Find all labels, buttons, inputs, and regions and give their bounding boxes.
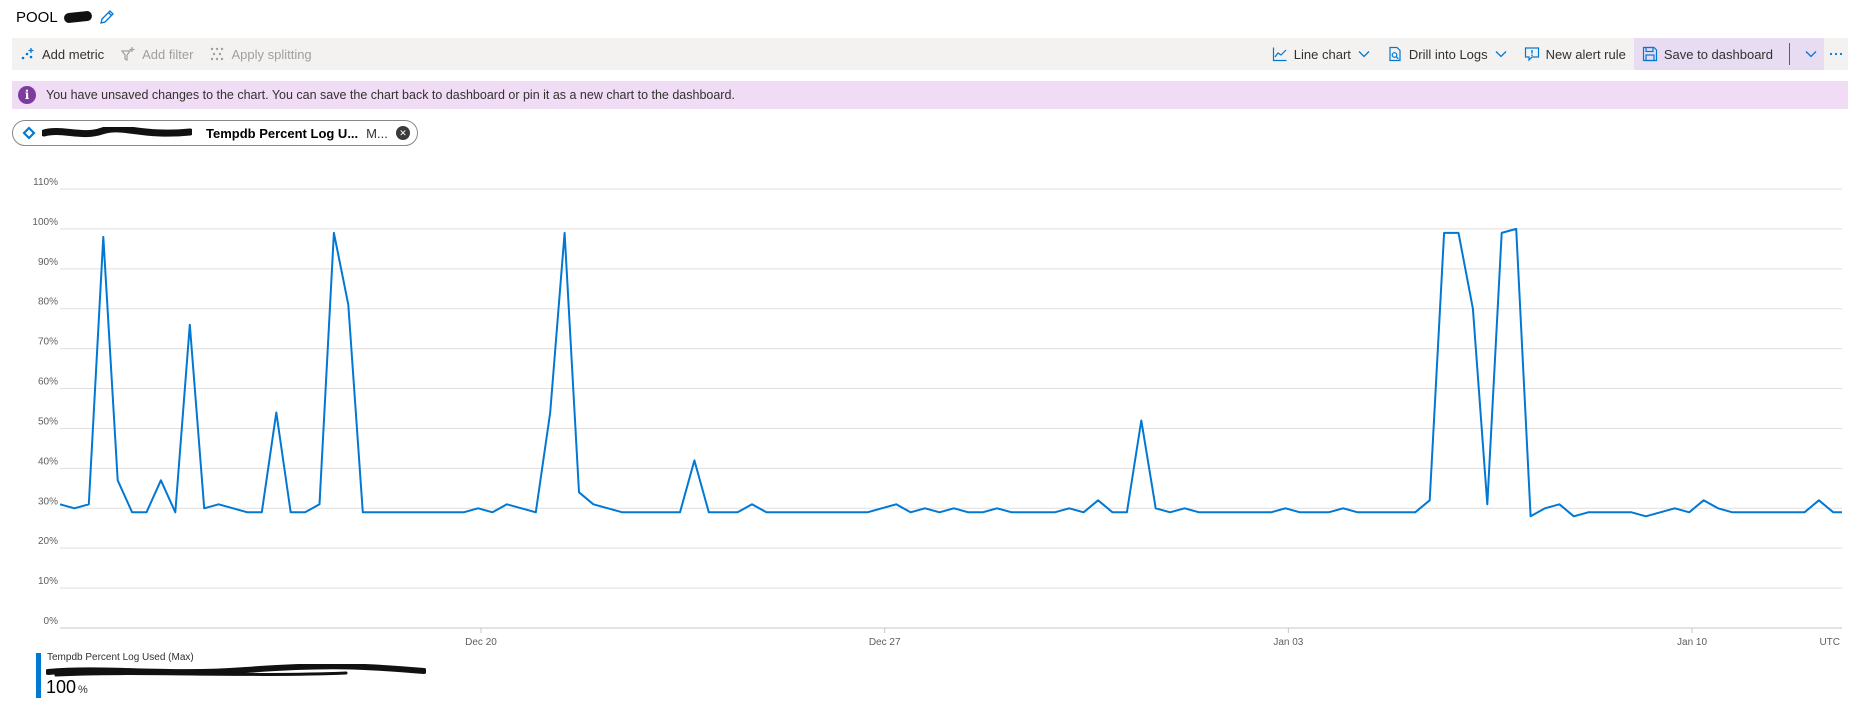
metric-name: Tempdb Percent Log U...	[206, 125, 359, 141]
redaction-mark	[63, 10, 93, 24]
legend-value-unit: %	[78, 684, 88, 696]
alert-rule-icon	[1524, 47, 1539, 62]
y-tick-label: 80%	[38, 297, 58, 308]
line-chart: 0% 10% 20% 30% 40% 50% 60% 70% 80% 90% 100% 110% De…	[32, 177, 1842, 648]
metric-pill[interactable]: Tempdb Percent Log U... M... ✕	[12, 120, 418, 146]
chart-title: POOL	[16, 8, 58, 26]
y-tick-label: 20%	[38, 536, 58, 547]
y-tick-label: 70%	[38, 337, 58, 348]
drill-into-logs-label: Drill into Logs	[1408, 46, 1488, 62]
y-tick-label: 30%	[38, 496, 58, 507]
toolbar-right-group: Line chart Drill into Logs New alert rul…	[1264, 38, 1848, 70]
x-tick-label: Jan 10	[1677, 637, 1707, 648]
new-alert-rule-label: New alert rule	[1545, 46, 1626, 62]
chart-title-row: POOL	[16, 6, 116, 28]
save-icon	[1642, 46, 1657, 62]
save-to-dashboard-button[interactable]: Save to dashboard	[1633, 38, 1781, 70]
save-options-dropdown[interactable]	[1781, 38, 1824, 70]
legend-value-number: 100	[46, 677, 77, 697]
chart-series	[59, 227, 1842, 518]
x-axis: Dec 20 Dec 27 Jan 03 Jan 10 UTC	[465, 628, 1840, 648]
legend-value: 100%	[46, 677, 88, 698]
resource-diamond-icon	[22, 126, 36, 140]
remove-metric-icon[interactable]: ✕	[396, 126, 410, 140]
add-metric-label: Add metric	[42, 46, 105, 62]
y-tick-label: 110%	[33, 177, 58, 188]
chart-toolbar: Add metric Add filter Apply splitting Li	[12, 38, 1848, 70]
line-chart-button[interactable]: Line chart	[1264, 38, 1379, 70]
line-chart-label: Line chart	[1293, 46, 1351, 62]
y-axis: 0% 10% 20% 30% 40% 50% 60% 70% 80% 90% 100% 110%	[32, 177, 58, 627]
add-filter-icon	[120, 47, 135, 61]
y-tick-label: 10%	[38, 576, 58, 587]
banner-message: You have unsaved changes to the chart. Y…	[46, 88, 735, 102]
x-tick-label: Dec 20	[465, 637, 497, 648]
x-tick-label: Dec 27	[869, 637, 901, 648]
add-metric-icon	[21, 48, 34, 60]
y-tick-label: 100%	[32, 217, 58, 228]
edit-pencil-icon[interactable]	[98, 8, 116, 26]
add-filter-button[interactable]: Add filter	[112, 38, 201, 70]
chevron-down-icon	[1495, 51, 1507, 58]
apply-splitting-icon	[211, 47, 224, 61]
ellipsis-icon	[1829, 52, 1843, 56]
series-line	[59, 227, 1842, 518]
unsaved-changes-banner: i You have unsaved changes to the chart.…	[12, 81, 1848, 109]
y-tick-label: 50%	[38, 416, 58, 427]
add-filter-label: Add filter	[142, 46, 194, 62]
y-tick-label: 0%	[44, 616, 59, 627]
chart-grid	[60, 188, 1842, 629]
add-metric-button[interactable]: Add metric	[12, 38, 112, 70]
new-alert-rule-button[interactable]: New alert rule	[1516, 38, 1634, 70]
redaction-mark	[42, 127, 192, 138]
y-tick-label: 40%	[38, 456, 58, 467]
legend-label: Tempdb Percent Log Used (Max)	[47, 652, 194, 663]
toolbar-left-group: Add metric Add filter Apply splitting	[12, 38, 320, 70]
toolbar-divider	[1789, 43, 1790, 65]
y-tick-label: 60%	[38, 377, 58, 388]
apply-splitting-label: Apply splitting	[231, 46, 312, 62]
drill-logs-icon	[1389, 46, 1401, 62]
metric-aggregation: M...	[366, 125, 388, 141]
y-tick-label: 90%	[38, 257, 58, 268]
save-to-dashboard-label: Save to dashboard	[1663, 46, 1773, 62]
apply-splitting-button[interactable]: Apply splitting	[201, 38, 319, 70]
info-icon: i	[18, 86, 36, 104]
more-options-button[interactable]	[1824, 38, 1848, 70]
line-chart-icon	[1272, 47, 1287, 62]
chevron-down-icon	[1805, 51, 1817, 58]
drill-into-logs-button[interactable]: Drill into Logs	[1379, 38, 1516, 70]
legend-color-bar	[36, 653, 41, 698]
x-tick-label: Jan 03	[1273, 637, 1303, 648]
x-axis-unit-label: UTC	[1819, 637, 1840, 648]
redaction-mark	[46, 664, 426, 677]
chevron-down-icon	[1358, 51, 1370, 58]
